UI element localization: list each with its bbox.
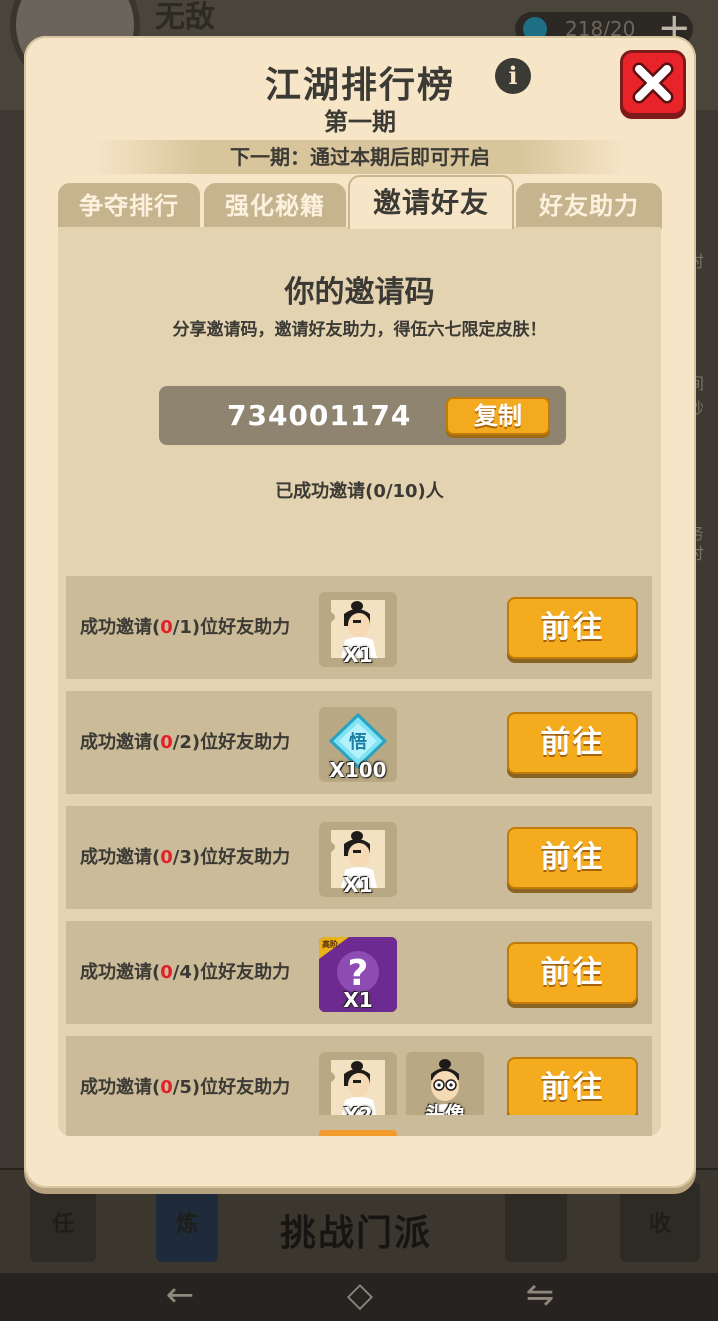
reward-slot: X1: [319, 592, 397, 667]
nav-recents-icon[interactable]: ⇋: [510, 1273, 570, 1321]
reward-slot-peek: [319, 1130, 397, 1136]
task-progress-done: 0: [160, 1077, 173, 1098]
tab-friend-assist[interactable]: 好友助力: [516, 183, 662, 229]
info-icon[interactable]: i: [495, 58, 531, 94]
task-row: 成功邀请(0/3)位好友助力 X1 前往: [66, 806, 652, 909]
mystery-tag: 高阶: [322, 939, 338, 949]
collect-menu-icon: 收: [620, 1182, 700, 1262]
reward-count: X100: [329, 758, 387, 782]
task-label: 成功邀请(0/1)位好友助力: [80, 617, 291, 638]
reward-slot: 悟 X100: [319, 707, 397, 782]
copy-button[interactable]: 复制: [446, 397, 550, 435]
dialog-title: 江湖排行榜: [264, 65, 455, 106]
invite-code-value: 734001174: [227, 399, 412, 432]
reward-count: X1: [343, 873, 373, 897]
go-button[interactable]: 前往: [507, 942, 638, 1004]
task-progress-done: 0: [160, 617, 173, 638]
task-label: 成功邀请(0/3)位好友助力: [80, 847, 291, 868]
reward-count: X1: [343, 643, 373, 667]
go-button[interactable]: 前往: [507, 597, 638, 659]
next-period-notice: 下一期：通过本期后即可开启: [94, 140, 626, 174]
task-row-partial: [66, 1115, 652, 1136]
helmet-menu-icon: [505, 1182, 567, 1262]
tab-compete-ranking[interactable]: 争夺排行: [58, 183, 200, 229]
invite-panel: 你的邀请码 分享邀请码，邀请好友助力，得伍六七限定皮肤！ 734001174 复…: [58, 227, 661, 1136]
player-name: 无敌: [155, 0, 215, 35]
train-menu-icon: 炼: [156, 1182, 218, 1262]
reward-count: X1: [343, 988, 373, 1012]
reward-slot: X1: [319, 822, 397, 897]
nav-back-icon[interactable]: ←: [150, 1273, 210, 1321]
task-label: 成功邀请(0/4)位好友助力: [80, 962, 291, 983]
go-button[interactable]: 前往: [507, 827, 638, 889]
close-icon: [632, 62, 674, 104]
task-progress-done: 0: [160, 732, 173, 753]
task-progress-done: 0: [160, 962, 173, 983]
nav-home-icon[interactable]: ◇: [330, 1273, 390, 1321]
task-label: 成功邀请(0/2)位好友助力: [80, 732, 291, 753]
tab-bar: 争夺排行 强化秘籍 邀请好友 好友助力: [58, 175, 664, 229]
invite-code-box: 734001174 复制: [159, 386, 566, 445]
invite-description: 分享邀请码，邀请好友助力，得伍六七限定皮肤！: [172, 320, 547, 340]
tab-invite-friends[interactable]: 邀请好友: [348, 175, 514, 229]
task-progress-done: 0: [160, 847, 173, 868]
task-row: 成功邀请(0/1)位好友助力 X1 前往: [66, 576, 652, 679]
dialog-subtitle: 第一期: [324, 108, 396, 136]
tab-enhance-manual[interactable]: 强化秘籍: [204, 183, 346, 229]
invited-count: 已成功邀请(0/10)人: [275, 481, 444, 502]
task-row: 成功邀请(0/2)位好友助力 悟 X100 前往: [66, 691, 652, 794]
wu-gem-glyph: 悟: [349, 731, 367, 753]
system-nav-bar: ← ◇ ⇋: [0, 1273, 718, 1321]
task-row: 成功邀请(0/4)位好友助力 高阶 ? X1 前往: [66, 921, 652, 1024]
invite-code-heading: 你的邀请码: [284, 275, 435, 310]
go-button[interactable]: 前往: [507, 712, 638, 774]
ranking-dialog: 江湖排行榜 第一期 i 下一期：通过本期后即可开启 争夺排行 强化秘籍 邀请好友…: [24, 36, 696, 1188]
task-menu-icon: 任: [30, 1182, 96, 1262]
close-button[interactable]: [620, 50, 686, 116]
go-button[interactable]: 前往: [507, 1057, 638, 1119]
reward-slot: 高阶 ? X1: [319, 937, 397, 1012]
challenge-sect-label: 挑战门派: [280, 1213, 433, 1254]
